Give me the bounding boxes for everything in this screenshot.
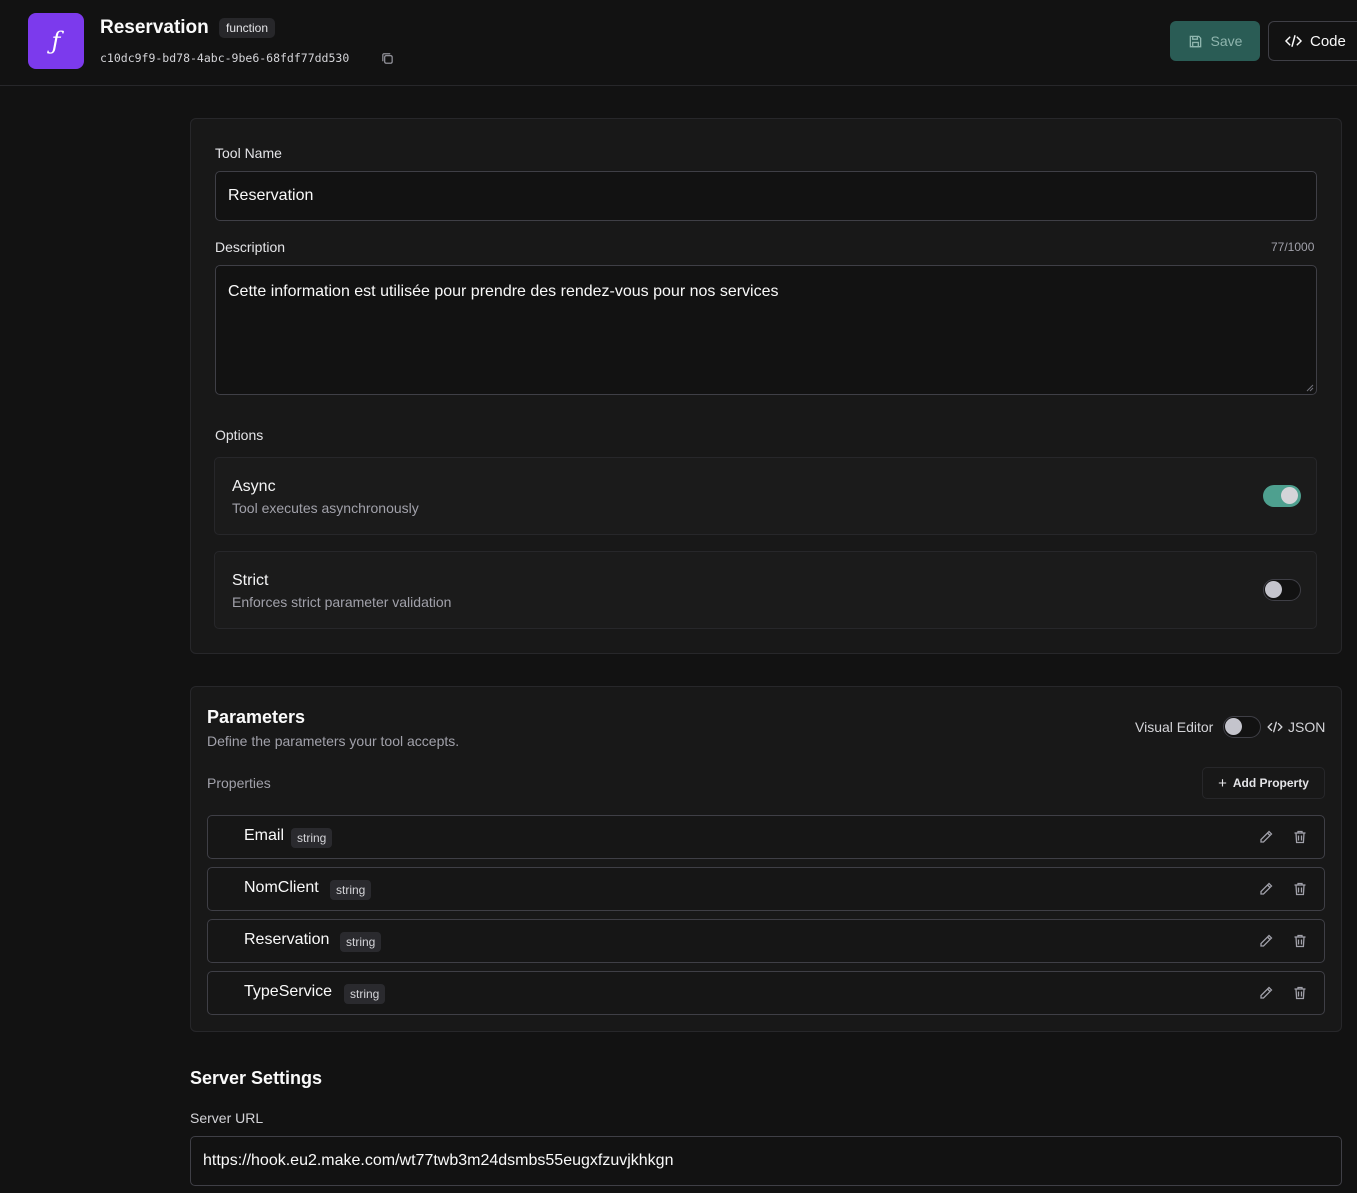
visual-editor-label: Visual Editor — [1135, 719, 1214, 735]
property-row: Email string — [207, 815, 1325, 859]
option-strict-desc: Enforces strict parameter validation — [232, 594, 452, 610]
option-async-desc: Tool executes asynchronously — [232, 500, 419, 516]
property-type-badge: string — [344, 984, 386, 1004]
trash-icon[interactable] — [1292, 985, 1308, 1001]
edit-icon[interactable] — [1258, 985, 1274, 1001]
save-button[interactable]: Save — [1170, 21, 1260, 61]
description-value: Cette information est utilisée pour pren… — [228, 283, 779, 300]
function-glyph: ƒ — [51, 27, 61, 55]
parameters-title: Parameters — [207, 707, 306, 727]
description-textarea[interactable]: Cette information est utilisée pour pren… — [215, 265, 1317, 395]
server-settings-title: Server Settings — [190, 1068, 323, 1088]
add-property-button[interactable]: + Add Property — [1202, 767, 1325, 799]
property-name: Reservation — [244, 931, 330, 948]
edit-icon[interactable] — [1258, 933, 1274, 949]
toggle-knob — [1265, 581, 1282, 598]
code-label: Code — [1310, 32, 1346, 50]
page-title: Reservation — [100, 17, 209, 38]
visual-editor-toggle[interactable] — [1223, 716, 1261, 738]
add-property-label: Add Property — [1232, 776, 1309, 790]
trash-icon[interactable] — [1292, 881, 1308, 897]
property-type-badge: string — [291, 828, 333, 848]
type-badge: function — [219, 18, 276, 38]
option-async: Async Tool executes asynchronously — [214, 457, 1317, 535]
tool-name-label: Tool Name — [215, 145, 282, 161]
code-button[interactable]: Code — [1268, 21, 1357, 61]
property-name: NomClient — [244, 879, 319, 896]
properties-label: Properties — [207, 775, 271, 791]
description-label: Description — [215, 239, 286, 255]
code-icon — [1267, 721, 1283, 733]
trash-icon[interactable] — [1292, 829, 1308, 845]
tool-name-input[interactable]: Reservation — [215, 171, 1317, 221]
option-strict-title: Strict — [232, 572, 269, 589]
save-label: Save — [1210, 33, 1243, 49]
server-url-input[interactable]: https://hook.eu2.make.com/wt77twb3m24dsm… — [190, 1136, 1342, 1186]
function-icon: ƒ — [28, 13, 84, 69]
plus-icon: + — [1218, 774, 1227, 792]
description-counter: 77/1000 — [1271, 240, 1315, 254]
page-header: ƒ Reservation function c10dc9f9-bd78-4ab… — [0, 0, 1357, 86]
option-async-title: Async — [232, 478, 276, 495]
property-type-badge: string — [340, 932, 382, 952]
trash-icon[interactable] — [1292, 933, 1308, 949]
property-row: TypeService string — [207, 971, 1325, 1015]
json-mode-button[interactable]: JSON — [1267, 719, 1325, 735]
property-name: Email — [244, 827, 285, 844]
tool-id: c10dc9f9-bd78-4abc-9be6-68fdf77dd530 — [100, 51, 350, 65]
toggle-knob — [1281, 487, 1298, 504]
edit-icon[interactable] — [1258, 881, 1274, 897]
property-row: NomClient string — [207, 867, 1325, 911]
server-url-value: https://hook.eu2.make.com/wt77twb3m24dsm… — [203, 1152, 674, 1169]
tool-name-value: Reservation — [228, 187, 314, 204]
save-icon — [1189, 35, 1201, 47]
property-name: TypeService — [244, 983, 333, 1000]
property-type-badge: string — [330, 880, 372, 900]
parameters-subtitle: Define the parameters your tool accepts. — [207, 733, 460, 749]
option-strict: Strict Enforces strict parameter validat… — [214, 551, 1317, 629]
edit-icon[interactable] — [1258, 829, 1274, 845]
resize-handle-icon[interactable] — [1306, 384, 1314, 392]
options-label: Options — [215, 427, 264, 443]
async-toggle[interactable] — [1263, 485, 1301, 507]
copy-icon[interactable] — [381, 52, 394, 65]
property-row: Reservation string — [207, 919, 1325, 963]
strict-toggle[interactable] — [1263, 579, 1301, 601]
server-url-label: Server URL — [190, 1110, 264, 1126]
toggle-knob — [1225, 718, 1242, 735]
code-icon — [1285, 35, 1302, 47]
json-label: JSON — [1288, 719, 1326, 735]
